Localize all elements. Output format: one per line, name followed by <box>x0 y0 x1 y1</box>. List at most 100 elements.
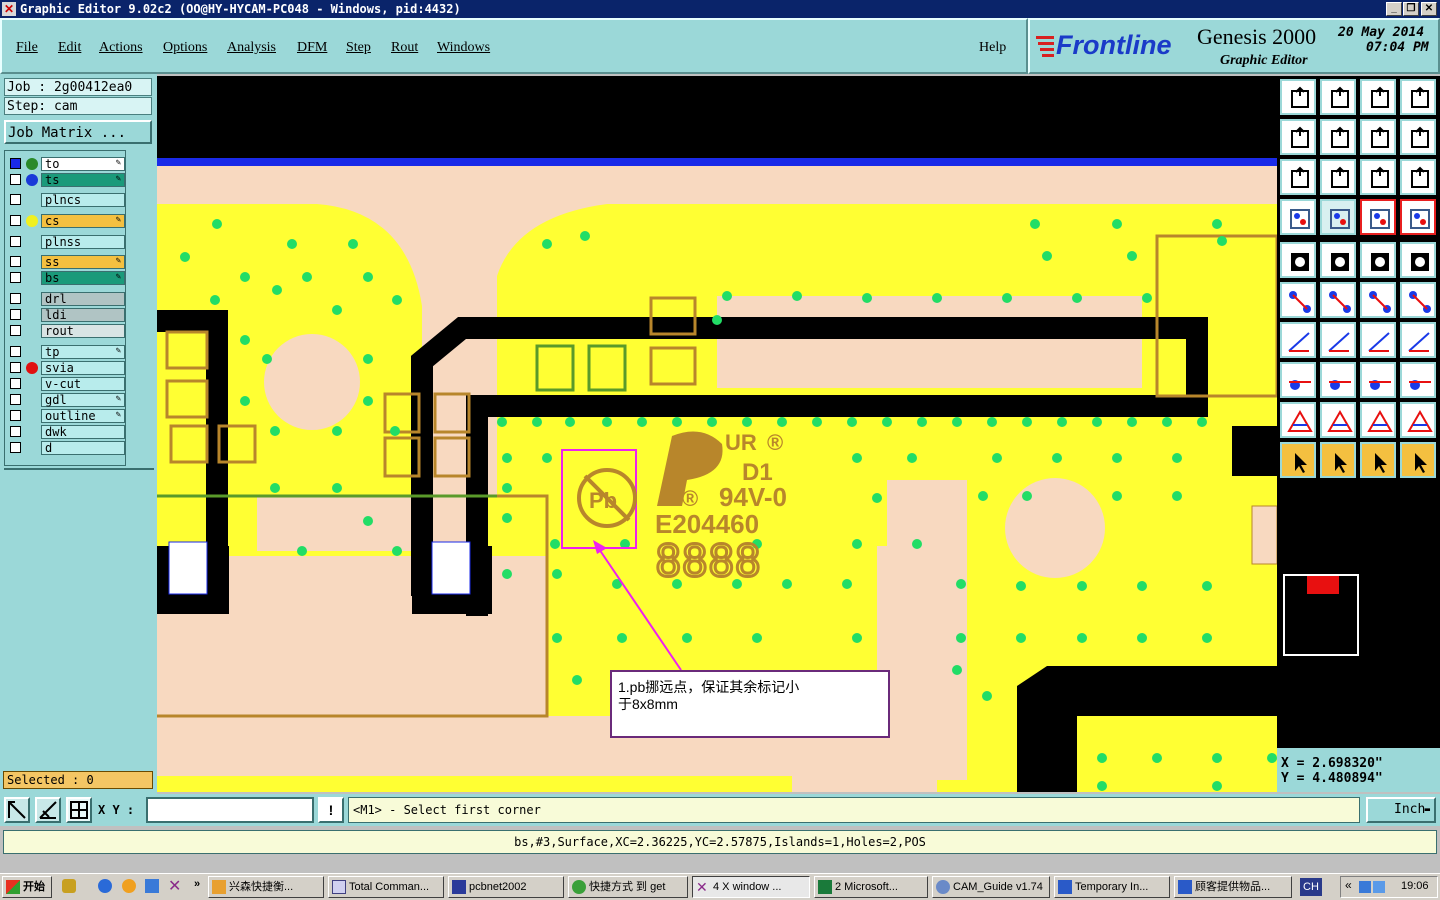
layer-checkbox[interactable] <box>10 442 21 453</box>
task-item-4[interactable]: ✕ 4 X window ... <box>692 876 810 898</box>
layer-row-ldi[interactable]: ldi <box>7 308 125 322</box>
text-flip-icon[interactable] <box>1400 322 1436 358</box>
layer-checkbox[interactable] <box>10 362 21 373</box>
snap-mode-button[interactable] <box>35 797 61 823</box>
layer-checkbox[interactable] <box>10 394 21 405</box>
layer-row-dwk[interactable]: dwk <box>7 425 125 439</box>
task-item-1[interactable]: Total Comman... <box>328 876 444 898</box>
layer-checkbox[interactable] <box>10 426 21 437</box>
layer-row-drl[interactable]: drl <box>7 292 125 306</box>
layer-name[interactable]: d <box>41 441 125 455</box>
node-icon[interactable] <box>1280 282 1316 318</box>
task-item-5[interactable]: 2 Microsoft... <box>814 876 928 898</box>
layer-name[interactable]: outline <box>41 409 125 423</box>
triangle-b-icon[interactable] <box>1360 402 1396 438</box>
pointer-area-icon[interactable] <box>1360 442 1396 478</box>
layer-row-gdl[interactable]: gdl ✎ <box>7 393 125 407</box>
quicklaunch-clock-icon[interactable] <box>122 879 136 893</box>
layer-compare-icon[interactable] <box>1360 199 1396 235</box>
layer-checkbox[interactable] <box>10 346 21 357</box>
layer-compare-2-icon[interactable] <box>1400 199 1436 235</box>
home-icon[interactable] <box>1360 79 1396 115</box>
grid-toggle-button[interactable] <box>66 797 92 823</box>
fill-icon[interactable] <box>1280 242 1316 278</box>
layer-row-plncs[interactable]: plncs <box>7 193 125 207</box>
minimize-button[interactable]: _ <box>1386 2 1402 16</box>
zoom-fit-icon[interactable] <box>1320 79 1356 115</box>
layer-row-to[interactable]: to ✎ <box>7 157 125 171</box>
tray-network-icon[interactable] <box>1359 881 1371 893</box>
pads-group-icon[interactable] <box>1400 362 1436 398</box>
layer-checkbox[interactable] <box>10 309 21 320</box>
layer-name[interactable]: ldi <box>41 308 125 322</box>
layer-row-ts[interactable]: ts ✎ <box>7 173 125 187</box>
zoom-in-icon[interactable] <box>1280 159 1316 195</box>
layer-checkbox[interactable] <box>10 236 21 247</box>
maximize-button[interactable]: ❐ <box>1403 2 1419 16</box>
pan-left-icon[interactable] <box>1280 119 1316 155</box>
menu-options[interactable]: Options <box>163 40 207 56</box>
pointer-net-icon[interactable] <box>1400 442 1436 478</box>
xy-input[interactable] <box>146 797 314 823</box>
angle-icon[interactable] <box>1280 322 1316 358</box>
arc-feature-icon[interactable] <box>1400 282 1436 318</box>
tray-expand-icon[interactable]: « <box>1345 878 1352 892</box>
layer-row-outline[interactable]: outline ✎ <box>7 409 125 423</box>
quicklaunch-browser-icon[interactable] <box>145 879 159 893</box>
layer-checkbox[interactable] <box>10 158 21 169</box>
zoom-out-icon[interactable] <box>1320 159 1356 195</box>
line-feature-icon[interactable] <box>1360 282 1396 318</box>
layer-row-cs[interactable]: cs ✎ <box>7 214 125 228</box>
unit-selector[interactable]: Inch ▬ <box>1366 797 1436 823</box>
menu-help[interactable]: Help <box>979 40 1006 56</box>
layer-checkbox[interactable] <box>10 194 21 205</box>
settings-icon[interactable] <box>1280 199 1316 235</box>
cross-icon[interactable] <box>1320 282 1356 318</box>
triangle-a-icon[interactable] <box>1320 402 1356 438</box>
layer-name[interactable]: rout <box>41 324 125 338</box>
rotate-arrow-icon[interactable] <box>1360 322 1396 358</box>
task-item-0[interactable]: 兴森快捷衡... <box>208 876 324 898</box>
select-net-icon[interactable] <box>1280 362 1316 398</box>
layer-checkbox[interactable] <box>10 325 21 336</box>
pan-right-icon[interactable] <box>1320 119 1356 155</box>
layer-row-svia[interactable]: svia <box>7 361 125 375</box>
layer-row-plnss[interactable]: plnss <box>7 235 125 249</box>
quicklaunch-users-icon[interactable] <box>62 879 76 893</box>
pointer-icon[interactable] <box>1280 442 1316 478</box>
graphics-canvas[interactable]: Pb UR ® D1 ® 94V-0 E204460 8888 1.pb挪远点，… <box>157 76 1277 792</box>
grid-icon[interactable] <box>1320 199 1356 235</box>
layer-name[interactable]: ts <box>41 173 125 187</box>
task-item-7[interactable]: Temporary In... <box>1054 876 1170 898</box>
layer-name[interactable]: plncs <box>41 193 125 207</box>
trace-icon[interactable] <box>1320 362 1356 398</box>
menu-rout[interactable]: Rout <box>391 40 418 56</box>
layer-row-d[interactable]: d <box>7 441 125 455</box>
zoom-home-icon[interactable] <box>1280 79 1316 115</box>
layer-row-ss[interactable]: ss ✎ <box>7 255 125 269</box>
rotate-icon[interactable] <box>1360 119 1396 155</box>
menu-analysis[interactable]: Analysis <box>227 40 276 56</box>
draw-icon[interactable] <box>1320 242 1356 278</box>
quicklaunch-xwin-icon[interactable]: ✕ <box>168 876 181 896</box>
triangle-c-icon[interactable] <box>1400 402 1436 438</box>
quicklaunch-ie-icon[interactable] <box>98 879 112 893</box>
menu-edit[interactable]: Edit <box>58 40 81 56</box>
layer-row-tp[interactable]: tp ✎ <box>7 345 125 359</box>
layer-name[interactable]: tp <box>41 345 125 359</box>
scale-1to1-icon[interactable] <box>1360 159 1396 195</box>
overview-frame[interactable] <box>1283 574 1359 656</box>
menu-actions[interactable]: Actions <box>99 40 143 56</box>
layer-row-rout[interactable]: rout <box>7 324 125 338</box>
task-item-3[interactable]: 快捷方式 到 get <box>568 876 688 898</box>
triangle-icon[interactable] <box>1280 402 1316 438</box>
layer-checkbox[interactable] <box>10 256 21 267</box>
menu-file[interactable]: File <box>16 40 38 56</box>
layer-checkbox[interactable] <box>10 215 21 226</box>
language-indicator[interactable]: CH <box>1300 878 1322 896</box>
measure-icon[interactable] <box>1360 242 1396 278</box>
dimension-icon[interactable] <box>1360 362 1396 398</box>
info-button[interactable]: ! <box>318 797 344 823</box>
start-button[interactable]: 开始 <box>2 876 52 898</box>
layer-checkbox[interactable] <box>10 293 21 304</box>
